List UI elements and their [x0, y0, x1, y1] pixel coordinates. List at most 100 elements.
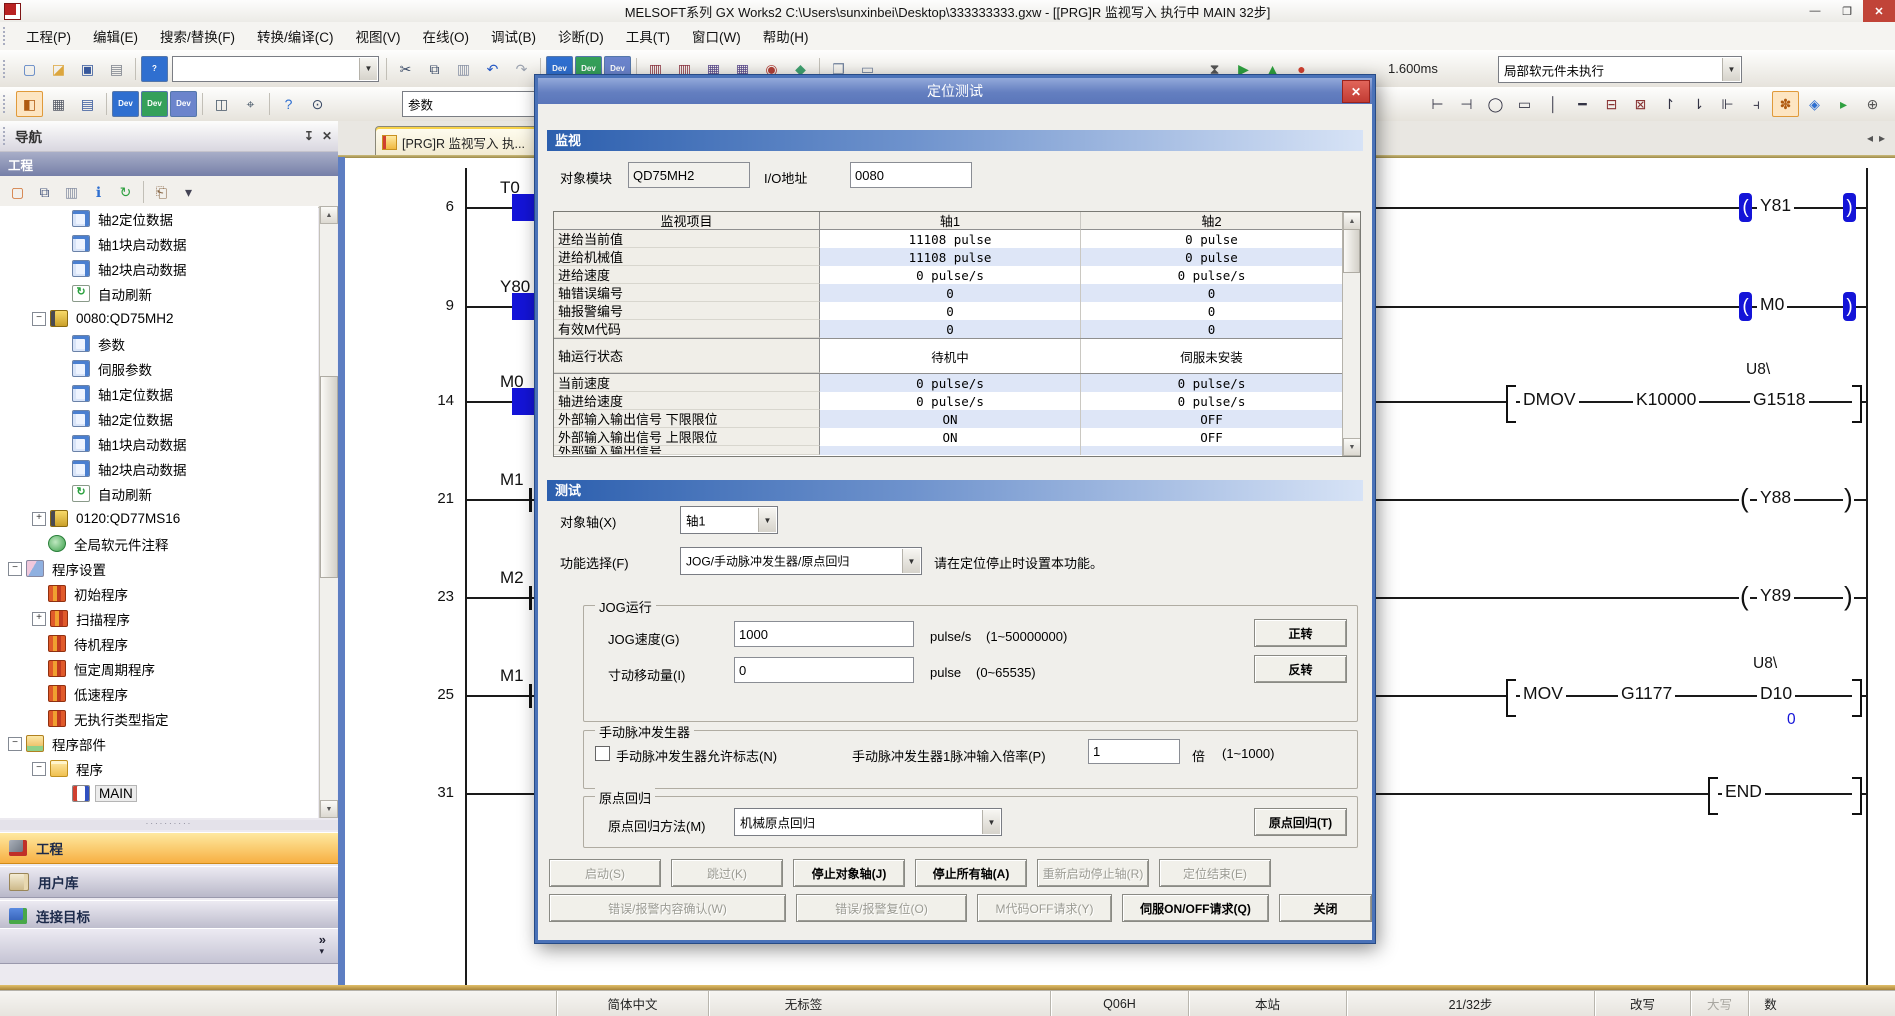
tree-item-8[interactable]: 轴2定位数据 — [0, 406, 318, 431]
scrollbar-thumb[interactable] — [320, 376, 338, 578]
tree-item-14[interactable]: −程序设置 — [0, 556, 318, 581]
tree-item-10[interactable]: 轴2块启动数据 — [0, 456, 318, 481]
paste-data-icon[interactable]: ▥ — [59, 180, 84, 204]
tree-item-23[interactable]: MAIN — [0, 781, 318, 806]
menu-item-10[interactable]: 帮助(H) — [752, 22, 820, 50]
chevron-down-icon[interactable]: ▼ — [902, 549, 920, 573]
ladder-rising-icon[interactable]: ↾ — [1656, 91, 1683, 117]
tree-item-15[interactable]: 初始程序 — [0, 581, 318, 606]
tree-item-5[interactable]: 参数 — [0, 331, 318, 356]
table-scrollbar[interactable]: ▲ ▼ — [1342, 212, 1360, 456]
opr-method-combo[interactable]: 机械原点回归 ▼ — [734, 808, 1002, 836]
scroll-up-icon[interactable]: ▲ — [320, 206, 338, 224]
jog-speed-field[interactable] — [734, 621, 914, 647]
print-icon[interactable]: ▤ — [103, 56, 130, 82]
nav-more-row[interactable]: » ▾ — [0, 928, 338, 964]
refresh-view-icon[interactable]: ↻ — [113, 180, 138, 204]
history-combo[interactable]: ▼ — [172, 56, 379, 82]
dialog-titlebar[interactable]: 定位测试 — [538, 78, 1372, 104]
ladder-f6-contact-icon[interactable]: ⊣ — [1453, 91, 1480, 117]
stop-all-axes-button[interactable]: 停止所有轴(A) — [915, 859, 1027, 887]
ladder-f5-contact-icon[interactable]: ⊢ — [1424, 91, 1451, 117]
menu-item-2[interactable]: 搜索/替换(F) — [149, 22, 246, 50]
tree-item-18[interactable]: 恒定周期程序 — [0, 656, 318, 681]
menu-item-0[interactable]: 工程(P) — [15, 22, 82, 50]
tree-item-22[interactable]: −程序 — [0, 756, 318, 781]
tree-item-4[interactable]: −0080:QD75MH2 — [0, 306, 318, 331]
note-icon[interactable]: Dev — [170, 91, 197, 117]
statement-icon[interactable]: Dev — [141, 91, 168, 117]
tree-item-7[interactable]: 轴1定位数据 — [0, 381, 318, 406]
tree-expander-icon[interactable]: + — [32, 512, 46, 526]
tree-expander-icon[interactable]: − — [8, 737, 22, 751]
tree-item-20[interactable]: 无执行类型指定 — [0, 706, 318, 731]
help-icon[interactable]: ? — [141, 56, 168, 82]
chevron-down-icon[interactable]: ▼ — [982, 810, 1000, 834]
sort-dropdown-icon[interactable]: ▾ — [176, 180, 201, 204]
tree-expander-icon[interactable]: − — [8, 562, 22, 576]
ladder-del-vline-icon[interactable]: ⊟ — [1598, 91, 1625, 117]
scroll-up-icon[interactable]: ▲ — [1343, 212, 1361, 230]
property-icon[interactable]: ℹ — [86, 180, 111, 204]
close-panel-icon[interactable]: ✕ — [322, 129, 332, 143]
sort-icon[interactable]: ⎗ — [149, 180, 174, 204]
pin-icon[interactable]: ↧ — [304, 129, 314, 143]
zoom-icon[interactable]: ⊕ — [1859, 91, 1886, 117]
device-comment-icon[interactable]: Dev — [112, 91, 139, 117]
scroll-down-icon[interactable]: ▼ — [1343, 438, 1361, 456]
chevron-down-icon[interactable]: ▾ — [319, 946, 324, 957]
copy-icon[interactable]: ⧉ — [421, 56, 448, 82]
menu-item-6[interactable]: 调试(B) — [480, 22, 547, 50]
menu-item-5[interactable]: 在线(O) — [412, 22, 481, 50]
tree-expander-icon[interactable]: + — [32, 612, 46, 626]
reverse-jog-button[interactable]: 反转 — [1254, 655, 1347, 683]
scrollbar-thumb[interactable] — [1343, 229, 1360, 273]
new-file-icon[interactable]: ▢ — [16, 56, 43, 82]
cut-icon[interactable]: ✂ — [392, 56, 419, 82]
opr-start-button[interactable]: 原点回归(T) — [1254, 808, 1347, 836]
nav-view-button-proj[interactable]: 工程 — [0, 832, 338, 864]
tree-expander-icon[interactable]: − — [32, 762, 46, 776]
positioning-end-button[interactable]: 定位结束(E) — [1159, 859, 1271, 887]
paste-icon[interactable]: ▥ — [450, 56, 477, 82]
function-select-combo[interactable]: JOG/手动脉冲发生器/原点回归 ▼ — [680, 547, 922, 575]
error-alarm-detail-button[interactable]: 错误/报警内容确认(W) — [549, 894, 786, 922]
tree-scrollbar[interactable]: ▲ ▼ — [319, 206, 337, 818]
ladder-hline-icon[interactable]: ━ — [1569, 91, 1596, 117]
error-alarm-reset-button[interactable]: 错误/报警复位(O) — [796, 894, 967, 922]
tab-scroll-left-icon[interactable]: ◂ — [1867, 131, 1873, 145]
tree-item-21[interactable]: −程序部件 — [0, 731, 318, 756]
tree-item-0[interactable]: 轴2定位数据 — [0, 206, 318, 231]
doc-view-icon[interactable]: ▤ — [74, 91, 101, 117]
tree-item-19[interactable]: 低速程序 — [0, 681, 318, 706]
tree-item-6[interactable]: 伺服参数 — [0, 356, 318, 381]
tree-item-17[interactable]: 待机程序 — [0, 631, 318, 656]
tree-item-16[interactable]: +扫描程序 — [0, 606, 318, 631]
tree-item-13[interactable]: 全局软元件注释 — [0, 531, 318, 556]
ladder-invert-icon[interactable]: ⫞ — [1743, 91, 1770, 117]
chevron-down-icon[interactable]: ▼ — [758, 508, 776, 532]
stop-target-axis-button[interactable]: 停止对象轴(J) — [793, 859, 905, 887]
module-config-icon[interactable]: ▦ — [45, 91, 72, 117]
ladder-monitor-icon[interactable]: ◈ — [1801, 91, 1828, 117]
ladder-branch-icon[interactable]: ⊩ — [1714, 91, 1741, 117]
undo-icon[interactable]: ↶ — [479, 56, 506, 82]
chevron-down-icon[interactable]: ▼ — [1722, 58, 1740, 81]
tree-item-3[interactable]: 自动刷新 — [0, 281, 318, 306]
ladder-coil-icon[interactable]: ◯ — [1482, 91, 1509, 117]
ladder-falling-icon[interactable]: ⇂ — [1685, 91, 1712, 117]
forward-jog-button[interactable]: 正转 — [1254, 619, 1347, 647]
mpg-enable-checkbox[interactable] — [595, 746, 610, 761]
ladder-vline-icon[interactable]: │ — [1540, 91, 1567, 117]
menu-item-8[interactable]: 工具(T) — [615, 22, 681, 50]
skip-button[interactable]: 跳过(K) — [671, 859, 783, 887]
find-icon[interactable]: ⊙ — [304, 91, 331, 117]
ladder-edit-icon[interactable]: ✽ — [1772, 91, 1799, 117]
ladder-instruction-icon[interactable]: ▭ — [1511, 91, 1538, 117]
redo-icon[interactable]: ↷ — [508, 56, 535, 82]
close-dialog-button[interactable]: 关闭 — [1279, 894, 1372, 922]
target-axis-combo[interactable]: 轴1 ▼ — [680, 506, 778, 534]
cross-reference-icon[interactable]: ⌖ — [237, 91, 264, 117]
tree-item-9[interactable]: 轴1块启动数据 — [0, 431, 318, 456]
menu-item-3[interactable]: 转换/编译(C) — [246, 22, 345, 50]
